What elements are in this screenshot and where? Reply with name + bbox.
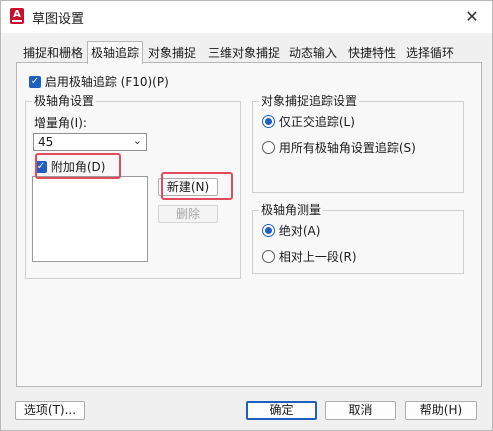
tab-polar-tracking[interactable]: 极轴追踪	[87, 41, 143, 64]
increment-angle-label: 增量角(I):	[34, 116, 87, 130]
all-polar-tracking-radio[interactable]: 用所有极轴角设置追踪(S)	[262, 139, 416, 156]
tab-selection-cycling[interactable]: 选择循环	[403, 43, 457, 63]
object-snap-tracking-group: 对象捕捉追踪设置 仅正交追踪(L) 用所有极轴角设置追踪(S)	[252, 93, 464, 193]
radio-unselected-icon	[262, 250, 275, 263]
cancel-button[interactable]: 取消	[325, 401, 396, 420]
polar-tracking-panel: ✓ 启用极轴追踪 (F10)(P) 极轴角设置 增量角(I): 45 ⌄ ✓ 附…	[16, 62, 482, 387]
increment-angle-value: 45	[38, 135, 54, 149]
ok-button[interactable]: 确定	[246, 401, 317, 420]
absolute-radio[interactable]: 绝对(A)	[262, 222, 320, 239]
radio-selected-icon	[262, 115, 275, 128]
chevron-down-icon: ⌄	[132, 134, 142, 147]
help-button[interactable]: 帮助(H)	[405, 401, 477, 420]
radio-selected-icon	[262, 224, 275, 237]
polar-angle-measurement-title: 极轴角测量	[259, 202, 324, 218]
sketch-settings-dialog: A 草图设置 ✕ 捕捉和栅格 极轴追踪 对象捕捉 三维对象捕捉 动态输入 快捷特…	[0, 0, 493, 431]
tab-snap-and-grid[interactable]: 捕捉和栅格	[19, 43, 87, 63]
radio-unselected-icon	[262, 141, 275, 154]
all-polar-tracking-label: 用所有极轴角设置追踪(S)	[278, 141, 416, 155]
orthogonal-tracking-radio[interactable]: 仅正交追踪(L)	[262, 113, 355, 130]
tab-quick-properties[interactable]: 快捷特性	[345, 43, 399, 63]
highlight-new-button	[161, 172, 233, 200]
tab-dynamic-input[interactable]: 动态输入	[286, 43, 340, 63]
enable-polar-tracking-label: 启用极轴追踪 (F10)(P)	[44, 75, 169, 89]
relative-to-last-label: 相对上一段(R)	[278, 250, 357, 264]
polar-angle-settings-title: 极轴角设置	[32, 93, 97, 109]
highlight-additional-angles	[35, 153, 121, 179]
orthogonal-tracking-label: 仅正交追踪(L)	[278, 115, 355, 129]
delete-angle-button[interactable]: 删除	[158, 205, 218, 223]
polar-angle-measurement-group: 极轴角测量 绝对(A) 相对上一段(R)	[252, 202, 464, 274]
additional-angles-list[interactable]	[32, 176, 148, 262]
check-icon: ✓	[29, 75, 41, 88]
close-icon[interactable]: ✕	[460, 5, 484, 29]
options-button[interactable]: 选项(T)...	[15, 401, 85, 420]
tab-object-snap[interactable]: 对象捕捉	[145, 43, 199, 63]
title-bar[interactable]: A 草图设置 ✕	[1, 1, 492, 33]
window-title: 草图设置	[32, 12, 85, 27]
increment-angle-select[interactable]: 45 ⌄	[33, 133, 147, 151]
relative-to-last-radio[interactable]: 相对上一段(R)	[262, 248, 357, 265]
tab-3d-object-snap[interactable]: 三维对象捕捉	[205, 43, 283, 63]
autocad-app-icon: A	[10, 8, 24, 24]
object-snap-tracking-title: 对象捕捉追踪设置	[259, 93, 360, 109]
enable-polar-tracking-checkbox[interactable]: ✓ 启用极轴追踪 (F10)(P)	[29, 73, 169, 90]
absolute-label: 绝对(A)	[278, 224, 321, 238]
